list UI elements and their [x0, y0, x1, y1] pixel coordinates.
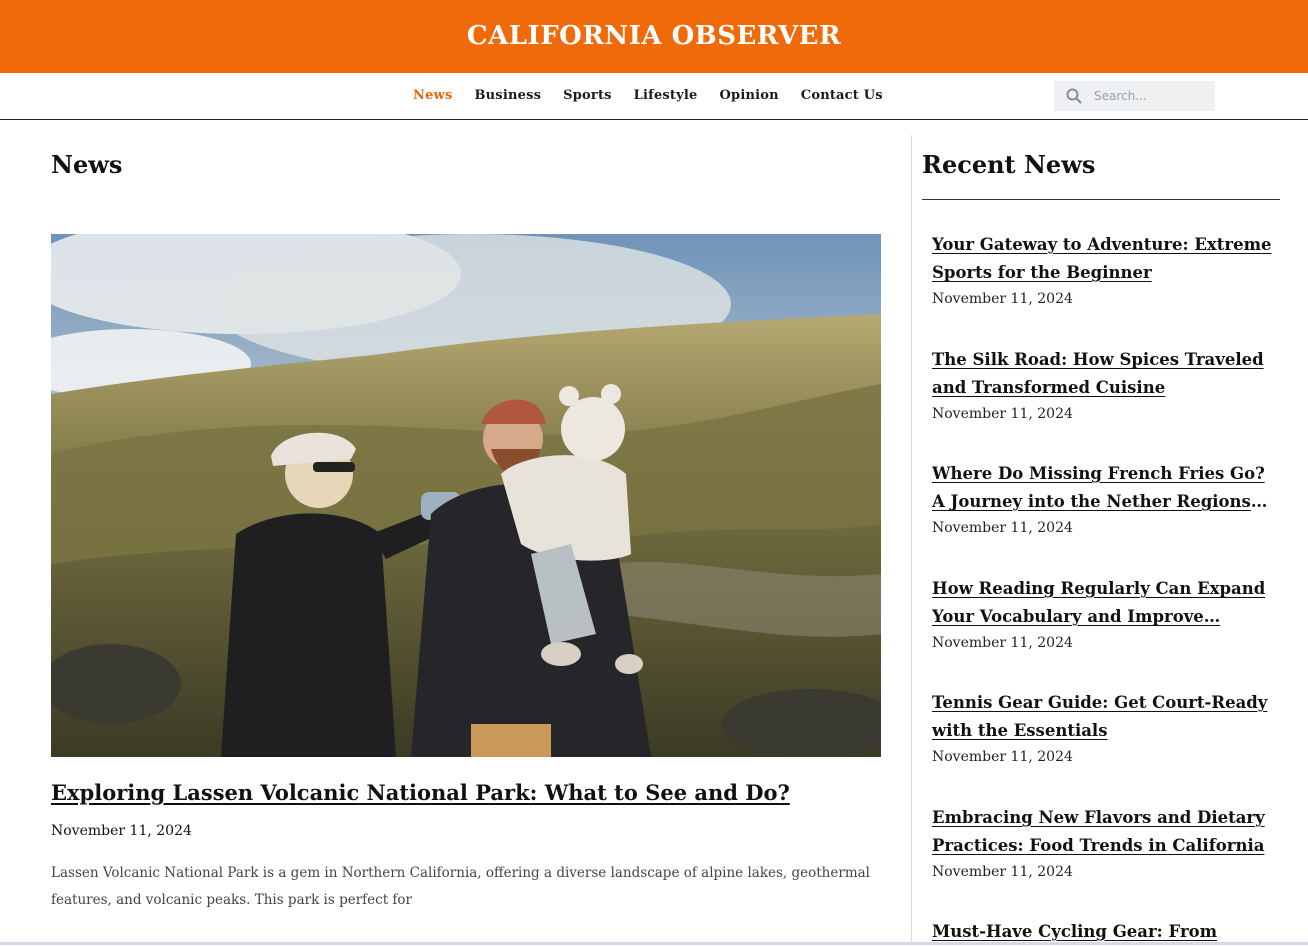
recent-news-link[interactable]: Embracing New Flavors and Dietary Practi… — [932, 804, 1272, 860]
nav-item-sports[interactable]: Sports — [563, 88, 612, 103]
search-input[interactable] — [1092, 88, 1202, 104]
nav-item-opinion[interactable]: Opinion — [720, 88, 779, 103]
page-title: News — [51, 150, 123, 179]
recent-news-item: Your Gateway to Adventure: Extreme Sport… — [932, 231, 1272, 307]
featured-article-title[interactable]: Exploring Lassen Volcanic National Park:… — [51, 780, 881, 805]
main-nav: News Business Sports Lifestyle Opinion C… — [0, 73, 1308, 120]
recent-news-link[interactable]: How Reading Regularly Can Expand Your Vo… — [932, 575, 1272, 631]
search-icon[interactable] — [1066, 88, 1082, 104]
featured-image[interactable] — [51, 234, 881, 757]
recent-news-item: Tennis Gear Guide: Get Court-Ready with … — [932, 689, 1272, 765]
search-box[interactable] — [1054, 81, 1215, 111]
recent-news-link[interactable]: Where Do Missing French Fries Go? A Jour… — [932, 460, 1272, 516]
sidebar-title: Recent News — [922, 150, 1096, 179]
site-header: CALIFORNIA OBSERVER — [0, 0, 1308, 73]
featured-article-date: November 11, 2024 — [51, 823, 192, 839]
nav-links: News Business Sports Lifestyle Opinion C… — [413, 88, 905, 103]
recent-news-item: Where Do Missing French Fries Go? A Jour… — [932, 460, 1272, 536]
nav-item-business[interactable]: Business — [474, 88, 541, 103]
recent-news-date: November 11, 2024 — [932, 406, 1073, 422]
nav-item-news[interactable]: News — [413, 88, 452, 103]
column-divider — [911, 135, 912, 945]
nav-item-contact-us[interactable]: Contact Us — [801, 88, 883, 103]
recent-news-date: November 11, 2024 — [932, 635, 1073, 651]
site-title[interactable]: CALIFORNIA OBSERVER — [467, 21, 841, 51]
recent-news-link[interactable]: Your Gateway to Adventure: Extreme Sport… — [932, 231, 1272, 287]
recent-news-item: The Silk Road: How Spices Traveled and T… — [932, 346, 1272, 422]
recent-news-item: How Reading Regularly Can Expand Your Vo… — [932, 575, 1272, 651]
recent-news-date: November 11, 2024 — [932, 520, 1073, 536]
recent-news-date: November 11, 2024 — [932, 291, 1073, 307]
recent-news-item: Embracing New Flavors and Dietary Practi… — [932, 804, 1272, 880]
recent-news-date: November 11, 2024 — [932, 864, 1073, 880]
featured-article-excerpt: Lassen Volcanic National Park is a gem i… — [51, 865, 870, 908]
recent-news-link[interactable]: Tennis Gear Guide: Get Court-Ready with … — [932, 689, 1272, 745]
recent-news-date: November 11, 2024 — [932, 749, 1073, 765]
nav-item-lifestyle[interactable]: Lifestyle — [634, 88, 698, 103]
sidebar-divider — [922, 199, 1280, 200]
recent-news-link[interactable]: The Silk Road: How Spices Traveled and T… — [932, 346, 1272, 402]
